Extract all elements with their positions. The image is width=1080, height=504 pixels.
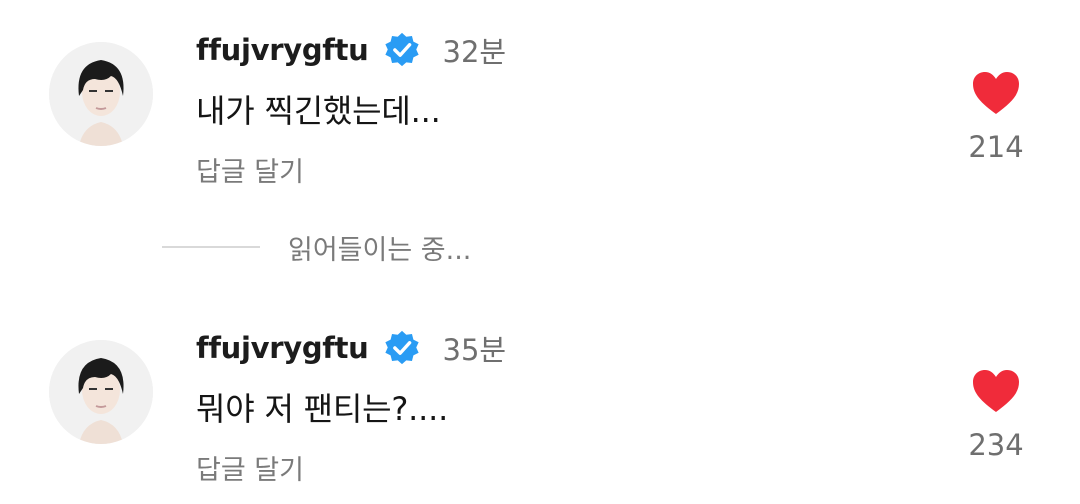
comment-header: ffujvrygftu 32분 — [196, 26, 506, 74]
username[interactable]: ffujvrygftu — [196, 33, 369, 67]
loading-text: 읽어들이는 중... — [288, 234, 472, 266]
reply-button[interactable]: 답글 달기 — [196, 448, 304, 487]
like-button[interactable]: 214 — [964, 70, 1028, 164]
loading-replies[interactable]: 읽어들이는 중... — [162, 227, 471, 267]
like-button[interactable]: 234 — [964, 368, 1028, 462]
avatar[interactable] — [49, 340, 153, 444]
avatar-image — [49, 340, 153, 444]
comment-text: 뭐야 저 팬티는?.... — [196, 390, 449, 428]
avatar-image — [49, 42, 153, 146]
reply-button[interactable]: 답글 달기 — [196, 150, 304, 189]
avatar[interactable] — [49, 42, 153, 146]
heart-icon[interactable] — [971, 70, 1021, 116]
heart-icon[interactable] — [971, 368, 1021, 414]
divider — [162, 246, 260, 248]
comment-header: ffujvrygftu 35분 — [196, 324, 506, 372]
verified-badge-icon — [384, 330, 419, 365]
like-count: 214 — [968, 130, 1024, 164]
verified-badge-icon — [384, 32, 419, 67]
username[interactable]: ffujvrygftu — [196, 331, 369, 365]
comment-item: ffujvrygftu 32분 내가 찍긴했는데... 답글 달기 214 — [0, 20, 1080, 190]
comment-time: 32분 — [442, 35, 507, 69]
comment-text: 내가 찍긴했는데... — [196, 92, 441, 130]
like-count: 234 — [968, 428, 1024, 462]
comment-time: 35분 — [442, 333, 507, 367]
comment-item: ffujvrygftu 35분 뭐야 저 팬티는?.... 답글 달기 234 — [0, 318, 1080, 488]
